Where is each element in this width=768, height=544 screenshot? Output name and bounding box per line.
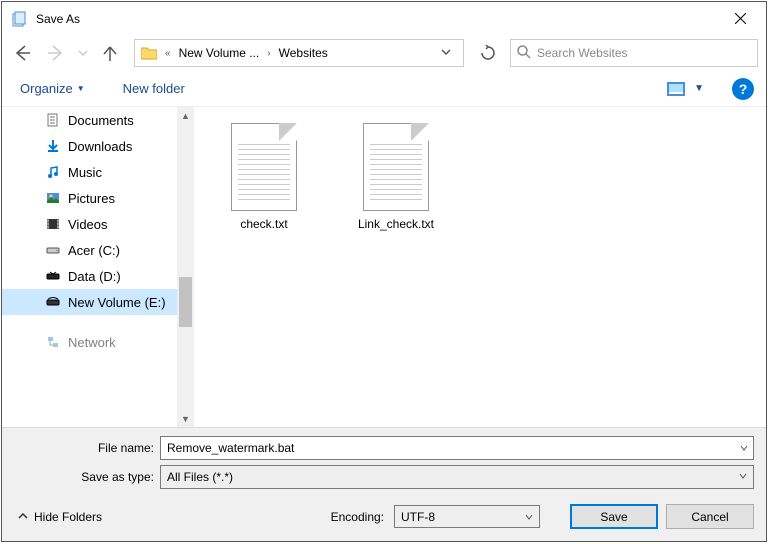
sidebar-item-pictures[interactable]: Pictures — [2, 185, 177, 211]
sidebar-item-drive-e[interactable]: New Volume (E:) — [2, 289, 177, 315]
sidebar-scrollbar[interactable]: ▲ ▼ — [177, 107, 194, 427]
pictures-icon — [44, 191, 62, 205]
file-name: check.txt — [240, 217, 287, 231]
bottom-panel: File name: Save as type: All Files (*.*)… — [2, 427, 766, 541]
save-type-combo[interactable]: All Files (*.*) — [160, 465, 754, 489]
file-item[interactable]: check.txt — [214, 119, 314, 235]
filename-input[interactable] — [161, 437, 735, 459]
downloads-icon — [44, 139, 62, 153]
sidebar-label: Downloads — [68, 139, 132, 154]
sidebar-label: Videos — [68, 217, 108, 232]
sidebar-nav: Documents Downloads Music Pictures Video… — [2, 107, 177, 427]
save-as-dialog: Save As « New Volume ... › Websites — [1, 1, 767, 542]
forward-button[interactable] — [40, 39, 72, 67]
file-list[interactable]: check.txt Link_check.txt — [194, 107, 766, 427]
help-button[interactable]: ? — [732, 78, 754, 100]
hide-folders-label: Hide Folders — [34, 510, 102, 524]
toolbar: Organize ▼ New folder ▼ ? — [2, 71, 766, 107]
folder-icon — [139, 44, 159, 62]
breadcrumb-part-1[interactable]: New Volume ... — [175, 46, 264, 60]
text-file-icon — [363, 123, 429, 211]
sidebar-item-videos[interactable]: Videos — [2, 211, 177, 237]
sidebar-item-drive-c[interactable]: Acer (C:) — [2, 237, 177, 263]
chevron-up-icon — [18, 510, 28, 524]
sidebar-item-downloads[interactable]: Downloads — [2, 133, 177, 159]
organize-menu[interactable]: Organize ▼ — [14, 77, 91, 100]
organize-label: Organize — [20, 81, 73, 96]
scroll-thumb[interactable] — [179, 277, 192, 327]
app-icon — [12, 11, 28, 27]
window-title: Save As — [36, 12, 80, 26]
filename-inputwrap — [160, 436, 754, 460]
music-icon — [44, 165, 62, 179]
videos-icon — [44, 217, 62, 231]
view-button[interactable] — [664, 77, 688, 101]
refresh-button[interactable] — [472, 39, 504, 67]
encoding-label: Encoding: — [331, 510, 384, 524]
nav-bar: « New Volume ... › Websites — [2, 35, 766, 71]
up-button[interactable] — [94, 39, 126, 67]
sidebar-item-music[interactable]: Music — [2, 159, 177, 185]
sidebar-label: Network — [68, 335, 116, 350]
drive-icon — [44, 243, 62, 257]
drive-icon — [44, 295, 62, 309]
chevron-down-icon — [739, 472, 747, 483]
encoding-combo[interactable]: UTF-8 — [394, 505, 540, 528]
file-item[interactable]: Link_check.txt — [346, 119, 446, 235]
sidebar-label: Music — [68, 165, 102, 180]
filename-label: File name: — [14, 441, 154, 455]
breadcrumb-prefix: « — [161, 48, 175, 59]
sidebar-item-documents[interactable]: Documents — [2, 107, 177, 133]
search-box[interactable] — [510, 39, 758, 67]
search-input[interactable] — [537, 46, 751, 60]
sidebar-label: Documents — [68, 113, 134, 128]
text-file-icon — [231, 123, 297, 211]
sidebar-item-network[interactable]: Network — [2, 329, 177, 355]
chevron-down-icon — [525, 510, 533, 524]
new-folder-button[interactable]: New folder — [117, 77, 191, 100]
sidebar-label: New Volume (E:) — [68, 295, 166, 310]
sidebar-item-drive-d[interactable]: Data (D:) — [2, 263, 177, 289]
close-button[interactable] — [718, 4, 762, 34]
sidebar-label: Acer (C:) — [68, 243, 120, 258]
save-button[interactable]: Save — [570, 504, 658, 529]
search-icon — [517, 45, 531, 62]
file-name: Link_check.txt — [358, 217, 434, 231]
back-button[interactable] — [6, 39, 38, 67]
cancel-button[interactable]: Cancel — [666, 504, 754, 529]
save-type-value: All Files (*.*) — [167, 470, 233, 484]
documents-icon — [44, 113, 62, 127]
drive-icon — [44, 269, 62, 283]
address-dropdown-icon[interactable] — [433, 46, 459, 60]
filename-dropdown-icon[interactable] — [735, 437, 753, 459]
breadcrumb-part-2[interactable]: Websites — [275, 46, 332, 60]
scroll-down-icon[interactable]: ▼ — [177, 410, 194, 427]
view-dropdown-icon[interactable]: ▼ — [694, 83, 704, 94]
encoding-value: UTF-8 — [401, 510, 435, 524]
save-type-label: Save as type: — [14, 470, 154, 484]
main-area: Documents Downloads Music Pictures Video… — [2, 107, 766, 427]
chevron-right-icon: › — [263, 48, 274, 59]
new-folder-label: New folder — [123, 81, 185, 96]
network-icon — [44, 335, 62, 349]
scroll-up-icon[interactable]: ▲ — [177, 107, 194, 124]
address-bar[interactable]: « New Volume ... › Websites — [134, 39, 464, 67]
dropdown-icon: ▼ — [77, 84, 85, 93]
hide-folders-button[interactable]: Hide Folders — [14, 508, 106, 526]
sidebar-label: Data (D:) — [68, 269, 121, 284]
recent-locations-button[interactable] — [74, 39, 92, 67]
title-bar: Save As — [2, 2, 766, 35]
sidebar-label: Pictures — [68, 191, 115, 206]
